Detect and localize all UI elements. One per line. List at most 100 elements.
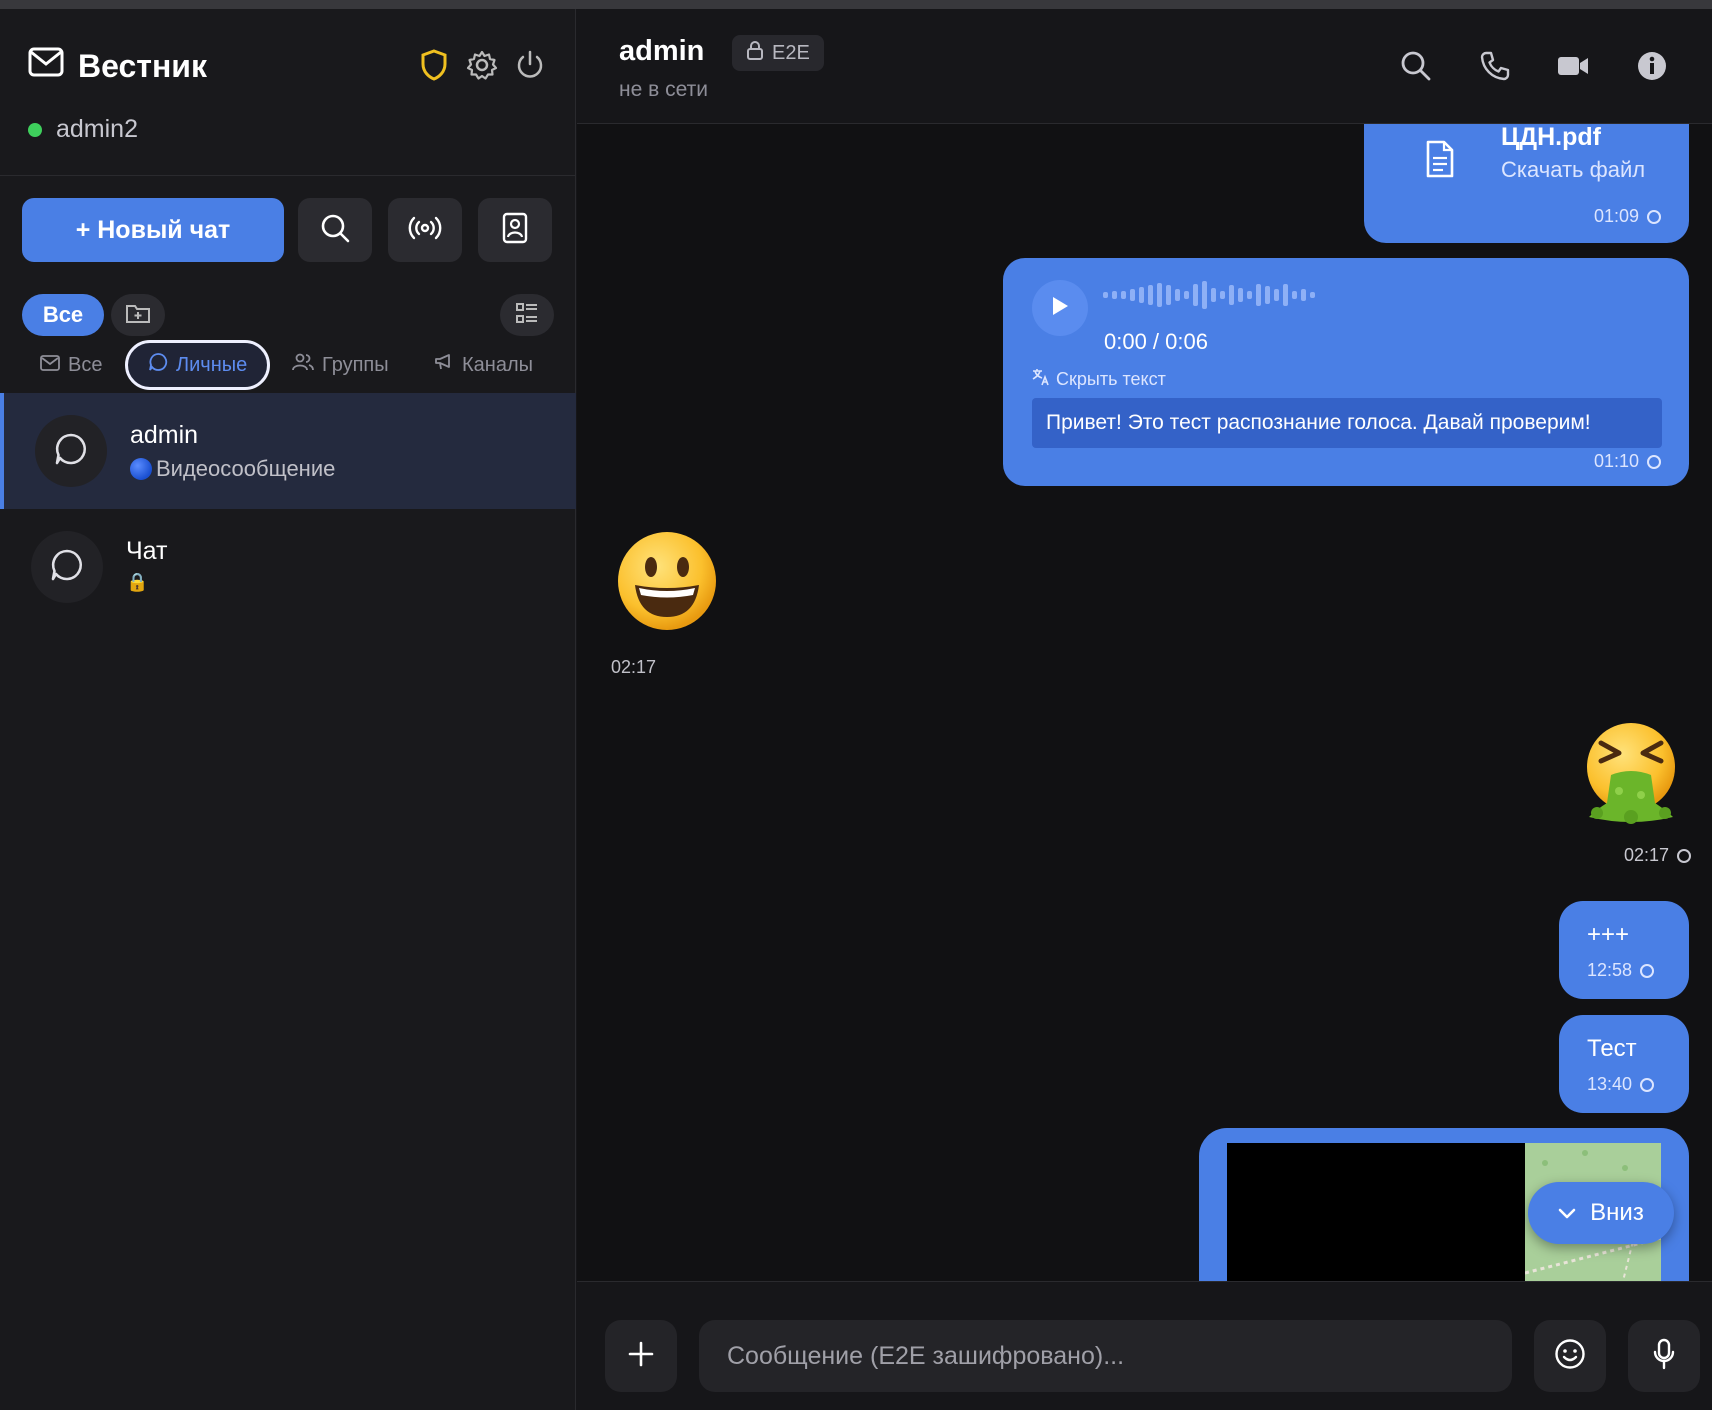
sent-status-icon [1647, 209, 1661, 224]
chat-name: Чат [126, 537, 168, 565]
tab-all[interactable]: Все [40, 340, 102, 390]
time-label: 13:40 [1587, 1074, 1633, 1094]
text-message[interactable]: +++ 12:58 [1559, 901, 1689, 999]
chat-name: admin [130, 421, 199, 449]
play-icon [1051, 296, 1069, 321]
time-label: 02:17 [1623, 845, 1669, 865]
message-text: +++ [1587, 921, 1630, 948]
tab-channels[interactable]: Каналы [434, 340, 533, 390]
chat-preview-text: Видеосообщение [156, 456, 336, 481]
chat-status: не в сети [619, 78, 708, 101]
emoji-button[interactable] [1534, 1320, 1606, 1392]
waveform[interactable] [1103, 280, 1323, 315]
translate-icon [1032, 368, 1050, 391]
video-camera-icon [1556, 54, 1590, 83]
chat-title: admin [619, 35, 705, 67]
text-message[interactable]: Тест 13:40 [1559, 1015, 1689, 1113]
message-text: Тест [1587, 1035, 1637, 1062]
sidebar: Вестник admin2 + Новый чат Все Все Личны… [0, 9, 576, 1410]
add-folder-button[interactable] [111, 294, 165, 336]
voice-progress: 0:00 / 0:06 [1104, 329, 1208, 354]
scroll-down-button[interactable]: Вниз [1528, 1182, 1674, 1244]
window-top-strip [0, 0, 1712, 9]
app-title: Вестник [78, 47, 207, 84]
chat-preview: 🔒 [126, 572, 148, 593]
hide-text-toggle[interactable]: Скрыть текст [1032, 368, 1166, 391]
search-button[interactable] [298, 198, 372, 262]
time-label: 12:58 [1587, 960, 1633, 980]
file-icon [1425, 140, 1455, 183]
broadcast-icon [408, 215, 442, 246]
new-chat-button[interactable]: + Новый чат [22, 198, 284, 262]
play-button[interactable] [1032, 280, 1088, 336]
sent-status-icon [1640, 1077, 1655, 1092]
lock-icon [746, 40, 764, 66]
avatar [35, 415, 107, 487]
message-input[interactable]: Сообщение (E2E зашифровано)... [699, 1320, 1512, 1392]
tab-label: Каналы [462, 353, 533, 376]
gear-icon[interactable] [466, 49, 498, 81]
message-time: 12:58 [1587, 960, 1655, 981]
mail-icon [40, 354, 60, 377]
vomiting-face-emoji [1579, 721, 1683, 825]
chat-preview: Видеосообщение [130, 456, 335, 482]
voice-record-button[interactable] [1628, 1320, 1700, 1392]
online-dot [28, 122, 42, 137]
chat-info-button[interactable] [1633, 49, 1671, 87]
chat-panel: admin E2E не в сети ЦДН.pdf Скачать файл… [577, 9, 1712, 1410]
contacts-button[interactable] [478, 198, 552, 262]
time-label: 01:09 [1593, 206, 1639, 226]
attach-button[interactable] [605, 1320, 677, 1392]
contacts-icon [502, 212, 528, 249]
plus-icon [628, 1341, 654, 1372]
tab-personal[interactable]: Личные [125, 340, 271, 390]
power-icon[interactable] [514, 49, 546, 81]
info-icon [1636, 50, 1668, 87]
transcript: Привет! Это тест распознание голоса. Дав… [1032, 398, 1662, 448]
divider [0, 175, 576, 176]
folder-all-pill[interactable]: Все [22, 294, 104, 336]
message-time: 02:17 [611, 657, 657, 677]
view-toggle-button[interactable] [500, 294, 554, 336]
smiley-icon [1554, 1338, 1586, 1375]
chevron-down-icon [1558, 1199, 1576, 1227]
shield-icon[interactable] [418, 49, 450, 81]
time-label: 01:10 [1593, 451, 1639, 471]
composer: Сообщение (E2E зашифровано)... [577, 1281, 1712, 1410]
broadcast-button[interactable] [388, 198, 462, 262]
username: admin2 [56, 115, 138, 143]
lock-icon: 🔒 [126, 572, 149, 592]
microphone-icon [1652, 1338, 1676, 1375]
download-file-link[interactable]: Скачать файл [1501, 157, 1645, 183]
app-brand: Вестник [28, 47, 207, 85]
voice-message: 0:00 / 0:06 Скрыть текст Привет! Это тес… [1003, 258, 1689, 486]
video-call-button[interactable] [1554, 49, 1592, 87]
chat-bubble-icon [49, 547, 85, 588]
chat-item-chat[interactable]: Чат 🔒 [0, 509, 576, 625]
call-button[interactable] [1476, 49, 1514, 87]
users-icon [292, 353, 314, 377]
tab-label: Группы [322, 353, 389, 376]
header-actions [418, 49, 546, 81]
search-icon [320, 213, 350, 248]
tab-label: Все [68, 353, 103, 376]
blue-circle-icon [130, 458, 152, 480]
chat-header: admin E2E не в сети [577, 9, 1712, 124]
chat-item-admin[interactable]: admin Видеосообщение [0, 393, 576, 509]
mail-icon [28, 47, 64, 85]
tab-groups[interactable]: Группы [292, 340, 389, 390]
hide-text-label: Скрыть текст [1056, 369, 1166, 389]
user-status: admin2 [28, 115, 138, 144]
chat-search-button[interactable] [1397, 49, 1435, 87]
search-icon [1400, 50, 1432, 87]
file-name: ЦДН.pdf [1501, 123, 1601, 151]
message-time: 01:09 [1594, 206, 1661, 227]
video-thumbnail[interactable] [1227, 1143, 1525, 1293]
message-time: 02:17 [1576, 845, 1691, 866]
folder-plus-icon [125, 302, 151, 329]
sent-status-icon [1640, 963, 1655, 978]
tab-label: Личные [176, 353, 248, 376]
list-view-icon [515, 302, 539, 329]
chat-bubble-icon [148, 352, 168, 378]
grinning-face-emoji [615, 529, 719, 633]
